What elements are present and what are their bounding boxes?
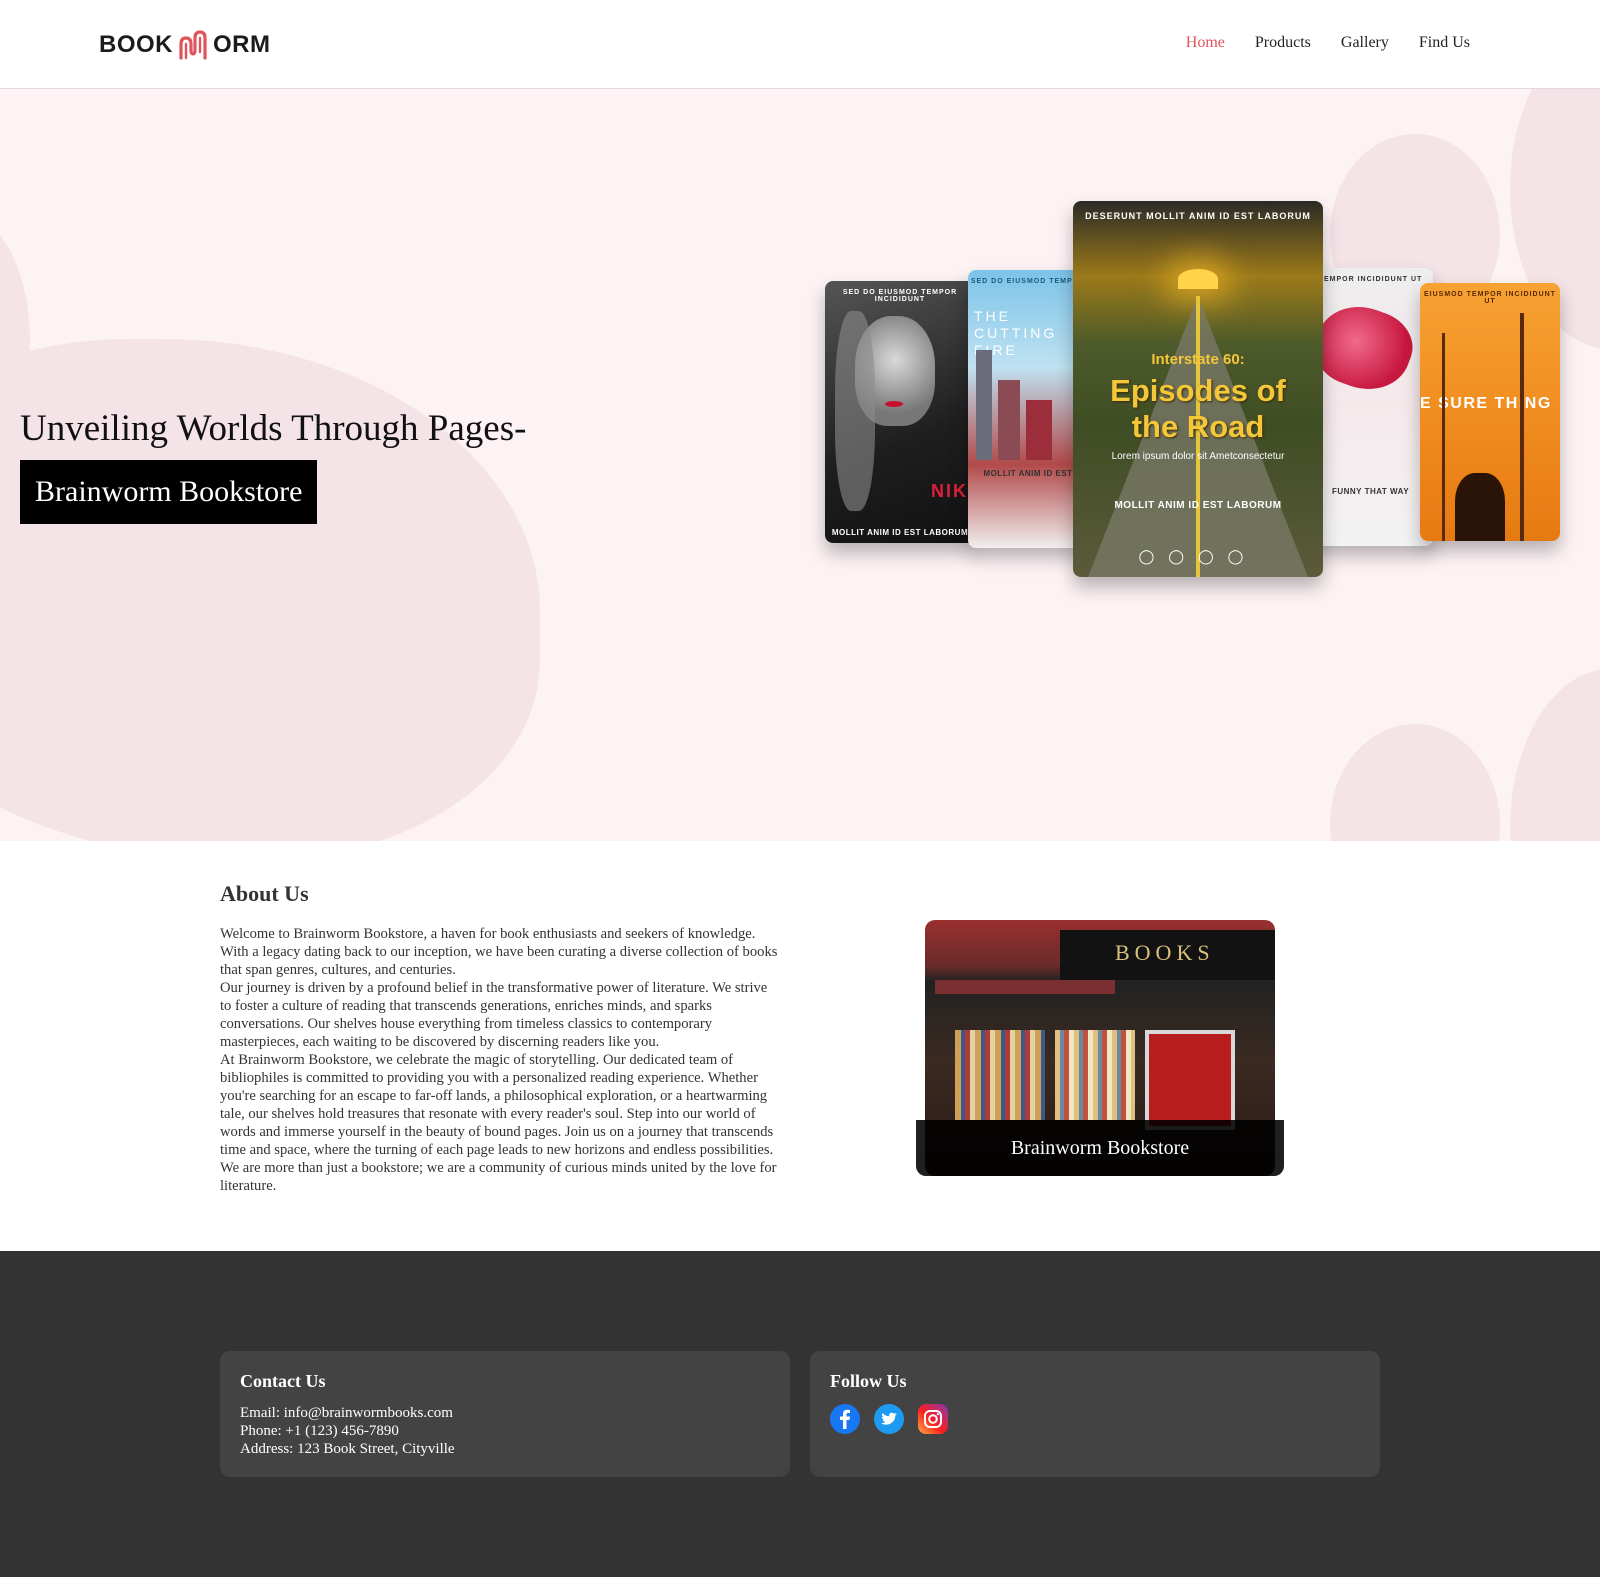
cover-skyline: [976, 350, 992, 460]
site-header: BOOK ORM Home Products Gallery Find Us: [0, 0, 1600, 89]
photo-shelves-mid: [1055, 1030, 1135, 1120]
hero-badge: Brainworm Bookstore: [20, 460, 318, 524]
nav-home[interactable]: Home: [1186, 34, 1225, 52]
hero-title: Unveiling Worlds Through Pages-: [20, 408, 527, 449]
about-paragraph: Our journey is driven by a profound beli…: [220, 980, 768, 1050]
cover-palm-tree-2: [1442, 333, 1445, 541]
logo-worm-icon: [179, 30, 207, 60]
facebook-icon[interactable]: [830, 1404, 860, 1434]
cover-portrait-hair: [835, 311, 875, 511]
photo-shelves-left: [955, 1030, 1045, 1120]
contact-heading: Contact Us: [240, 1371, 326, 1391]
hero-blob-right-edge-bottom: [1510, 669, 1600, 841]
twitter-glyph: [881, 1412, 897, 1425]
cover-title: Episodes of the Road: [1110, 373, 1286, 444]
photo-red-door: [1145, 1030, 1235, 1130]
site-footer: Contact Us Email: info@brainwormbooks.co…: [0, 1251, 1600, 1577]
instagram-icon[interactable]: [918, 1404, 948, 1434]
book-covers-carousel[interactable]: SED DO EIUSMOD TEMPOR INCIDIDUNT NIKI MO…: [820, 201, 1580, 591]
follow-heading: Follow Us: [830, 1371, 907, 1391]
facebook-glyph: [840, 1409, 850, 1429]
cover-bottom-text: FUNNY THAT WAY: [1331, 487, 1410, 496]
cover-couple: [1455, 473, 1505, 541]
about-section: About Us Welcome to Brainworm Bookstore,…: [0, 841, 1600, 1251]
cover-title: E SURE THING: [1420, 395, 1552, 412]
cover-laurels: ◯◯◯◯: [1138, 549, 1258, 565]
cover-tagline: Lorem ipsum dolor sit Ametconsectetur: [1111, 451, 1285, 462]
nav-gallery[interactable]: Gallery: [1341, 34, 1389, 52]
about-heading: About Us: [220, 881, 309, 906]
cover-bottom-text: MOLLIT ANIM ID EST: [983, 469, 1073, 478]
book-cover-episodes-of-the-road[interactable]: DESERUNT MOLLIT ANIM ID EST LABORUM Inte…: [1073, 201, 1323, 577]
nav-products[interactable]: Products: [1255, 34, 1311, 52]
photo-sign-text: BOOKS: [1115, 940, 1215, 965]
contact-card: Contact Us Email: info@brainwormbooks.co…: [220, 1351, 790, 1477]
contact-email[interactable]: Email: info@brainwormbooks.com: [240, 1404, 770, 1422]
hero-section: Unveiling Worlds Through Pages- Brainwor…: [0, 89, 1600, 841]
cover-top-text: SED DO EIUSMOD TEMPOR INCIDIDUNT: [842, 289, 958, 303]
cover-portrait-lips: [885, 401, 903, 407]
book-cover-funny-that-way[interactable]: TEMPOR INCIDIDUNT UT FUNNY THAT WAY: [1308, 268, 1433, 546]
twitter-icon[interactable]: [874, 1404, 904, 1434]
cover-top-text: DESERUNT MOLLIT ANIM ID EST LABORUM: [1085, 211, 1311, 221]
logo-text-left: BOOK: [99, 31, 173, 58]
nav-find-us[interactable]: Find Us: [1419, 34, 1470, 52]
book-cover-cutting-fire[interactable]: SED DO EIUSMOD TEMPOR THE CUTTING FIRE M…: [968, 270, 1088, 548]
photo-caption: Brainworm Bookstore: [916, 1120, 1284, 1176]
hero-blob-right-bottom: [1330, 724, 1500, 841]
photo-awning: [935, 980, 1115, 994]
cover-skyline-3: [1026, 400, 1052, 460]
logo-text-right: ORM: [213, 31, 271, 58]
cover-bottom-text: MOLLIT ANIM ID EST LABORUM: [1114, 500, 1282, 511]
cover-palm-tree: [1520, 313, 1524, 541]
cover-skyline-2: [998, 380, 1020, 460]
cover-bottom-text: MOLLIT ANIM ID EST LABORUM: [831, 528, 969, 537]
contact-address: Address: 123 Book Street, Cityville: [240, 1441, 455, 1457]
cover-sun: [1178, 269, 1218, 289]
contact-phone[interactable]: Phone: +1 (123) 456-7890: [240, 1422, 770, 1440]
instagram-glyph: [924, 1410, 942, 1428]
bookstore-photo: BOOKS Brainworm Bookstore: [916, 920, 1284, 1176]
about-text: Welcome to Brainworm Bookstore, a haven …: [220, 925, 782, 1195]
follow-card: Follow Us: [810, 1351, 1380, 1477]
social-links: [830, 1404, 1360, 1434]
cover-lips: [1308, 294, 1422, 402]
cover-subtitle: Interstate 60:: [1151, 351, 1245, 368]
cover-top-text: SED DO EIUSMOD TEMPOR: [970, 278, 1086, 285]
about-paragraph: At Brainworm Bookstore, we celebrate the…: [220, 1052, 777, 1194]
cover-top-text: EIUSMOD TEMPOR INCIDIDUNT UT: [1424, 291, 1556, 305]
book-cover-sure-thing[interactable]: EIUSMOD TEMPOR INCIDIDUNT UT E SURE THIN…: [1420, 283, 1560, 541]
main-nav: Home Products Gallery Find Us: [1186, 34, 1470, 52]
book-cover-niki[interactable]: SED DO EIUSMOD TEMPOR INCIDIDUNT NIKI MO…: [825, 281, 975, 543]
site-logo[interactable]: BOOK ORM: [99, 28, 271, 62]
cover-top-text: TEMPOR INCIDIDUNT UT: [1318, 276, 1423, 283]
about-paragraph: Welcome to Brainworm Bookstore, a haven …: [220, 926, 778, 978]
